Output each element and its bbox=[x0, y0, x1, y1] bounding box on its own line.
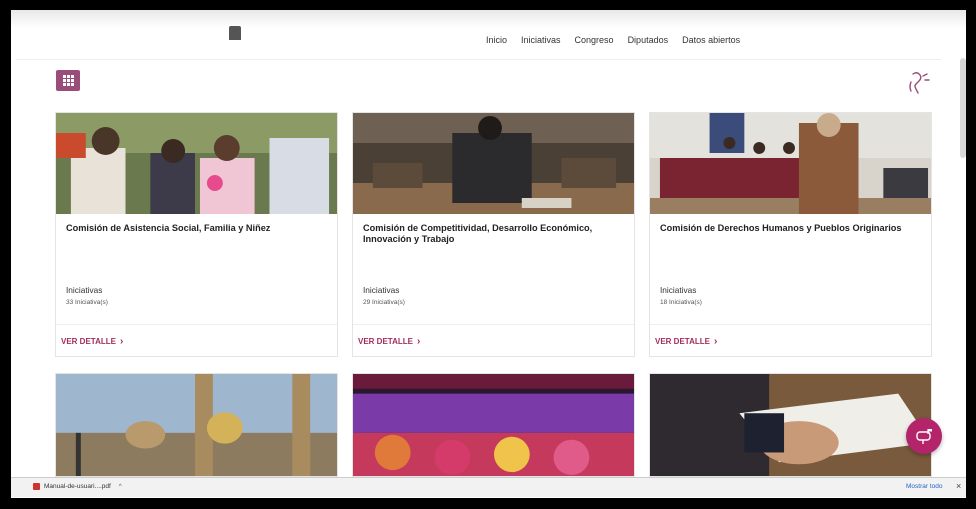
card-image-worker bbox=[353, 113, 634, 214]
card-subtitle: Iniciativas bbox=[363, 285, 400, 295]
card-image-dancers bbox=[353, 374, 634, 476]
card-subtitle: Iniciativas bbox=[660, 285, 697, 295]
chevron-right-icon: › bbox=[416, 336, 421, 347]
nav-congreso[interactable]: Congreso bbox=[575, 35, 614, 45]
card-image-signing bbox=[650, 374, 931, 476]
nav-links: Inicio Iniciativas Congreso Diputados Da… bbox=[486, 35, 740, 45]
nav-diputados[interactable]: Diputados bbox=[628, 35, 669, 45]
commission-card-partial[interactable] bbox=[352, 373, 635, 477]
view-detail-label: VER DETALLE bbox=[655, 337, 710, 346]
grid-icon bbox=[62, 75, 74, 86]
chevron-up-icon[interactable]: ^ bbox=[119, 484, 122, 490]
card-image-families bbox=[56, 113, 337, 214]
view-detail-link[interactable]: VER DETALLE › bbox=[655, 336, 717, 347]
commission-card-partial[interactable] bbox=[649, 373, 932, 477]
view-detail-link[interactable]: VER DETALLE › bbox=[61, 336, 123, 347]
download-item[interactable]: Manual-de-usuari....pdf ^ bbox=[33, 483, 122, 490]
view-detail-link[interactable]: VER DETALLE › bbox=[358, 336, 420, 347]
commission-card: Comisión de Derechos Humanos y Pueblos O… bbox=[649, 112, 932, 357]
card-title: Comisión de Asistencia Social, Familia y… bbox=[66, 223, 271, 233]
initiative-count: 18 Iniciativa(s) bbox=[660, 299, 702, 306]
initiative-count: 33 Iniciativa(s) bbox=[66, 299, 108, 306]
chevron-right-icon: › bbox=[119, 336, 124, 347]
nav-iniciativas[interactable]: Iniciativas bbox=[521, 35, 561, 45]
commission-card: Comisión de Asistencia Social, Familia y… bbox=[55, 112, 338, 357]
card-divider bbox=[353, 324, 634, 325]
view-detail-label: VER DETALLE bbox=[358, 337, 413, 346]
view-detail-label: VER DETALLE bbox=[61, 337, 116, 346]
commission-card-partial[interactable] bbox=[55, 373, 338, 477]
nav-datos-abiertos[interactable]: Datos abiertos bbox=[682, 35, 740, 45]
page-scrollbar[interactable] bbox=[960, 58, 966, 158]
mailbox-fab-button[interactable] bbox=[906, 418, 942, 454]
card-title: Comisión de Derechos Humanos y Pueblos O… bbox=[660, 223, 902, 233]
card-image-meeting bbox=[650, 113, 931, 214]
card-subtitle: Iniciativas bbox=[66, 285, 103, 295]
card-divider bbox=[650, 324, 931, 325]
show-all-button[interactable]: Mostrar todo bbox=[906, 483, 943, 490]
nav-inicio[interactable]: Inicio bbox=[486, 35, 507, 45]
chevron-right-icon: › bbox=[713, 336, 718, 347]
pdf-icon bbox=[33, 483, 40, 490]
congress-logo[interactable] bbox=[216, 26, 254, 52]
card-divider bbox=[56, 324, 337, 325]
top-navbar: Inicio Iniciativas Congreso Diputados Da… bbox=[16, 22, 941, 60]
download-shelf: Manual-de-usuari....pdf ^ Mostrar todo × bbox=[11, 477, 966, 497]
close-icon[interactable]: × bbox=[956, 481, 961, 491]
commission-card: Comisión de Competitividad, Desarrollo E… bbox=[352, 112, 635, 357]
logo-mark bbox=[229, 26, 241, 40]
grid-menu-button[interactable] bbox=[56, 70, 80, 91]
initiative-count: 29 Iniciativa(s) bbox=[363, 299, 405, 306]
download-file-name: Manual-de-usuari....pdf bbox=[44, 483, 111, 490]
card-title: Comisión de Competitividad, Desarrollo E… bbox=[363, 223, 593, 244]
card-image-cathedral bbox=[56, 374, 337, 476]
sign-language-icon[interactable] bbox=[905, 70, 931, 98]
mailbox-icon bbox=[916, 429, 932, 444]
